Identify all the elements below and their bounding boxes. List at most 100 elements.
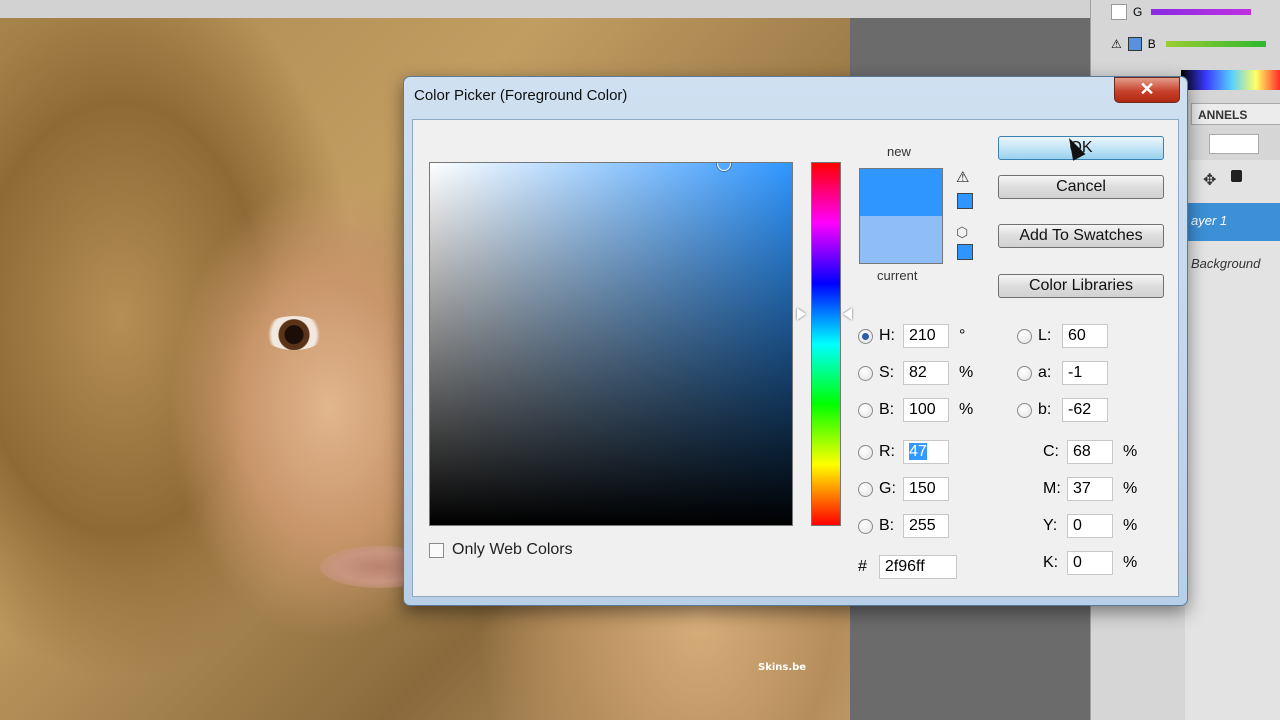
lock-icon[interactable]: [1231, 170, 1242, 182]
k-unit: %: [1123, 554, 1138, 571]
k-row: K: 0 %: [1043, 551, 1139, 575]
blue-label: B:: [879, 517, 895, 534]
y-input[interactable]: 0: [1067, 514, 1113, 538]
s-label: S:: [879, 364, 895, 381]
h-unit: °: [959, 327, 966, 344]
new-color-swatch: [860, 169, 942, 216]
close-icon: ✕: [1139, 79, 1155, 99]
m-label: M:: [1043, 480, 1061, 497]
hex-input[interactable]: 2f96ff: [878, 555, 957, 579]
swatch-blue: [1127, 37, 1142, 51]
y-row: Y: 0 %: [1043, 514, 1139, 538]
gamut-warning-swatch[interactable]: [957, 193, 973, 209]
h-label: H:: [879, 327, 895, 344]
brightness-radio[interactable]: [858, 402, 873, 418]
l-input[interactable]: 60: [1062, 324, 1108, 348]
only-web-colors-checkbox[interactable]: [429, 542, 444, 558]
lab-b-radio[interactable]: [1017, 402, 1032, 418]
h-radio[interactable]: [858, 328, 873, 344]
web-safe-swatch[interactable]: [957, 244, 973, 260]
new-color-label: new: [887, 144, 911, 159]
l-row: L: 60: [1017, 324, 1108, 348]
a-radio[interactable]: [1017, 365, 1032, 381]
lab-b-input[interactable]: -62: [1062, 398, 1108, 422]
channel-g-label: G: [1133, 5, 1143, 19]
layer-row-layer-1[interactable]: ayer 1: [1185, 203, 1280, 241]
layers-list: [1185, 160, 1280, 720]
channel-g-slider[interactable]: [1151, 9, 1251, 15]
canvas-top-strip: [0, 0, 1090, 18]
channel-b-slider[interactable]: [1165, 41, 1266, 47]
c-label: C:: [1043, 443, 1059, 460]
blue-input[interactable]: 255: [903, 514, 949, 538]
dialog-title: Color Picker (Foreground Color): [414, 87, 628, 104]
dialog-body: new current ⚠ ⬡ OK Cancel Add To Swatche…: [412, 119, 1179, 597]
hex-row: # 2f96ff: [858, 555, 957, 579]
color-spectrum-strip[interactable]: [1181, 70, 1280, 90]
m-input[interactable]: 37: [1067, 477, 1113, 501]
g-input[interactable]: 150: [903, 477, 949, 501]
g-row: G: 150: [858, 477, 949, 501]
brightness-input[interactable]: 100: [903, 398, 949, 422]
r-label: R:: [879, 443, 895, 460]
swatch-white: [1111, 4, 1127, 20]
c-unit: %: [1123, 443, 1138, 460]
r-input[interactable]: 47: [903, 440, 949, 464]
channel-b-row: ⚠ B: [1111, 34, 1266, 54]
s-row: S: 82 %: [858, 361, 975, 385]
k-input[interactable]: 0: [1067, 551, 1113, 575]
s-unit: %: [959, 364, 974, 381]
c-input[interactable]: 68: [1067, 440, 1113, 464]
warning-icon: ⚠: [1111, 37, 1122, 51]
a-input[interactable]: -1: [1062, 361, 1108, 385]
only-web-colors-label: Only Web Colors: [452, 541, 573, 558]
photo-eye: [262, 316, 326, 350]
k-label: K:: [1043, 554, 1059, 571]
lab-b-row: b: -62: [1017, 398, 1108, 422]
blue-row: B: 255: [858, 514, 949, 538]
lab-b-label: b:: [1038, 401, 1052, 418]
s-radio[interactable]: [858, 365, 873, 381]
channel-b-label: B: [1147, 37, 1156, 51]
tab-channels[interactable]: ANNELS: [1191, 103, 1280, 125]
brightness-unit: %: [959, 401, 974, 418]
y-label: Y:: [1043, 517, 1058, 534]
m-unit: %: [1123, 480, 1138, 497]
y-unit: %: [1123, 517, 1138, 534]
h-input[interactable]: 210: [903, 324, 949, 348]
a-row: a: -1: [1017, 361, 1108, 385]
brightness-label: B:: [879, 401, 895, 418]
hue-slider-arrow-left[interactable]: [797, 308, 806, 320]
blue-radio[interactable]: [858, 518, 873, 534]
s-input[interactable]: 82: [903, 361, 949, 385]
color-field-marker[interactable]: [717, 163, 731, 171]
channel-g-row: G: [1111, 2, 1251, 22]
photo-watermark: Skins.be: [758, 662, 807, 673]
opacity-dropdown[interactable]: [1209, 134, 1259, 154]
add-to-swatches-button[interactable]: Add To Swatches: [998, 224, 1164, 248]
h-row: H: 210 °: [858, 324, 975, 348]
current-color-swatch[interactable]: [860, 216, 942, 263]
brightness-row: B: 100 %: [858, 398, 975, 422]
g-label: G:: [879, 480, 896, 497]
hue-slider-arrow-right[interactable]: [843, 308, 852, 320]
cancel-button[interactable]: Cancel: [998, 175, 1164, 199]
layer-row-background[interactable]: Background: [1185, 256, 1280, 276]
color-libraries-button[interactable]: Color Libraries: [998, 274, 1164, 298]
warning-triangle-icon[interactable]: ⚠: [956, 170, 974, 186]
close-button[interactable]: ✕: [1114, 77, 1180, 103]
color-preview: [859, 168, 943, 264]
color-field[interactable]: [429, 162, 793, 526]
hex-label: #: [858, 558, 867, 575]
l-radio[interactable]: [1017, 328, 1032, 344]
cube-icon[interactable]: ⬡: [956, 224, 974, 240]
g-radio[interactable]: [858, 481, 873, 497]
r-row: R: 47: [858, 440, 949, 464]
move-icon[interactable]: ✥: [1203, 170, 1216, 190]
m-row: M: 37 %: [1043, 477, 1139, 501]
r-radio[interactable]: [858, 444, 873, 460]
c-row: C: 68 %: [1043, 440, 1139, 464]
r-input-value: 47: [909, 443, 927, 460]
only-web-colors[interactable]: Only Web Colors: [429, 540, 573, 560]
hue-slider[interactable]: [811, 162, 841, 526]
